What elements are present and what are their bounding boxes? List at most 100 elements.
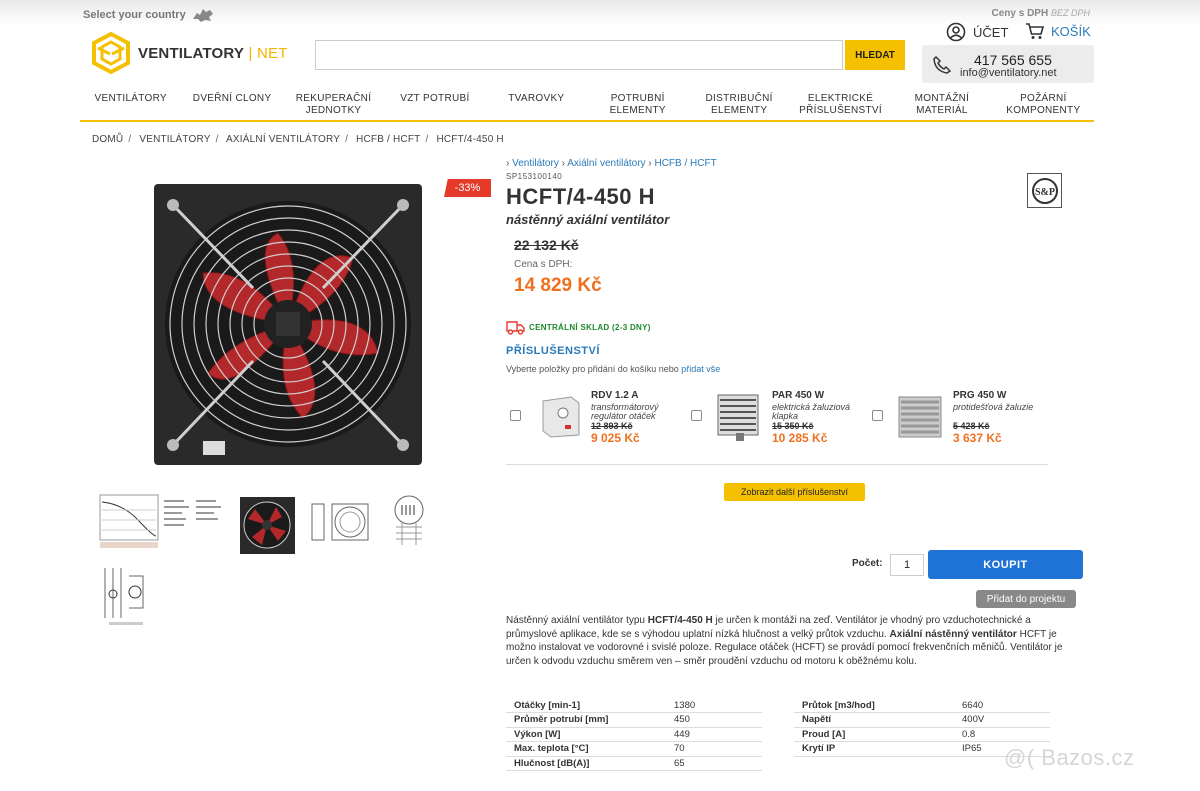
- spec-key: Průměr potrubí [mm]: [506, 712, 666, 728]
- old-price: 22 132 Kč: [514, 237, 579, 253]
- accessory-image-louvre[interactable]: [897, 391, 947, 441]
- accessories-title: PŘÍSLUŠENSTVÍ: [506, 345, 600, 357]
- crumb-axialni[interactable]: Axiální ventilátory: [567, 158, 645, 169]
- breadcrumb-ventilatory[interactable]: VENTILÁTORY: [139, 134, 210, 145]
- brand-logo[interactable]: S&P: [1027, 173, 1062, 208]
- nav-label-2: KOMPONENTY: [1006, 105, 1081, 116]
- nav-label: MONTÁŽNÍ: [914, 93, 970, 104]
- nav-item-ventilatory[interactable]: VENTILÁTORY: [80, 88, 181, 120]
- add-to-project-button[interactable]: Přidat do projektu: [976, 590, 1076, 608]
- logo-icon: [92, 32, 130, 74]
- nav-label: POŽÁRNÍ: [1020, 93, 1067, 104]
- breadcrumb-axialni[interactable]: AXIÁLNÍ VENTILÁTORY: [226, 134, 340, 145]
- logo-suffix: NET: [256, 44, 288, 62]
- cart-label: KOŠÍK: [1051, 23, 1091, 39]
- accessory-desc: elektrická žaluziová klapka: [772, 403, 867, 421]
- nav-item-elektricke-prislusenstvi[interactable]: ELEKTRICKÉ PŘÍSLUŠENSTVÍ: [790, 88, 891, 120]
- accessory-old-price: 15 350 Kč: [772, 421, 814, 431]
- contact-email[interactable]: info@ventilatory.net: [960, 67, 1057, 79]
- thumbnail-chart[interactable]: [98, 490, 228, 552]
- accessory-item: PRG 450 W protidešťová žaluzie 5 428 Kč …: [872, 388, 1042, 448]
- product-category-crumb: › Ventilátory › Axiální ventilátory › HC…: [506, 158, 717, 169]
- nav-item-distribucni-elementy[interactable]: DISTRIBUČNÍ ELEMENTY: [688, 88, 789, 120]
- nav-label-2: ELEMENTY: [710, 105, 768, 116]
- nav-item-rekuperacni-jednotky[interactable]: REKUPERAČNÍ JEDNOTKY: [283, 88, 384, 120]
- search-button[interactable]: HLEDAT: [845, 40, 905, 70]
- spec-key: Hlučnost [dB(A)]: [506, 756, 666, 771]
- spec-row: Otáčky [min-1] 1380: [506, 698, 762, 713]
- vat-alt-label[interactable]: BEZ DPH: [1051, 8, 1090, 18]
- spec-key: Krytí IP: [794, 741, 954, 757]
- spec-row: Průměr potrubí [mm] 450: [506, 712, 762, 728]
- nav-label: VZT POTRUBÍ: [400, 93, 470, 104]
- nav-item-potrubni-elementy[interactable]: POTRUBNÍ ELEMENTY: [587, 88, 688, 120]
- spec-row: Hlučnost [dB(A)] 65: [506, 756, 762, 771]
- accessory-image-shutter[interactable]: [716, 391, 766, 441]
- crumb-ventilatory[interactable]: Ventilátory: [512, 158, 559, 169]
- accessory-desc-line: regulátor otáček: [591, 411, 656, 421]
- accessory-image-regulator[interactable]: [535, 391, 585, 441]
- nav-item-pozarni-komponenty[interactable]: POŽÁRNÍ KOMPONENTY: [993, 88, 1094, 120]
- quantity-input[interactable]: 1: [890, 554, 924, 576]
- add-all-link[interactable]: přidat vše: [681, 364, 720, 374]
- vat-toggle[interactable]: Ceny s DPH BEZ DPH: [992, 8, 1090, 19]
- nav-item-tvarovky[interactable]: TVAROVKY: [486, 88, 587, 120]
- spec-key: Otáčky [min-1]: [506, 698, 666, 713]
- accessory-name[interactable]: PRG 450 W: [953, 390, 1006, 401]
- country-selector[interactable]: Select your country: [83, 7, 215, 23]
- accessory-checkbox[interactable]: [872, 410, 883, 421]
- accessory-name[interactable]: PAR 450 W: [772, 390, 824, 401]
- cart-link[interactable]: KOŠÍK: [1025, 22, 1091, 40]
- user-icon: [946, 22, 966, 42]
- spec-value: 6640: [954, 698, 1050, 713]
- spec-row: Výkon [W] 449: [506, 727, 762, 742]
- logo-name: VENTILATORY: [138, 44, 245, 62]
- nav-label: DVEŘNÍ CLONY: [192, 93, 272, 104]
- spec-row: Průtok [m3/hod] 6640: [794, 698, 1050, 713]
- crumb-hcfb[interactable]: HCFB / HCFT: [654, 158, 716, 169]
- spec-key: Napětí: [794, 712, 954, 728]
- accessories-note: Vyberte položky pro přidání do košíku ne…: [506, 364, 720, 374]
- phone-number[interactable]: 417 565 655: [974, 52, 1052, 68]
- accessory-old-price: 12 893 Kč: [591, 421, 633, 431]
- accessory-item: PAR 450 W elektrická žaluziová klapka 15 …: [691, 388, 861, 448]
- stock-label: CENTRÁLNÍ SKLAD (2-3 DNY): [529, 323, 651, 332]
- thumbnail-fan-photo[interactable]: [240, 497, 295, 554]
- spec-row: Proud [A] 0.8: [794, 727, 1050, 742]
- thumbnail-dimensions[interactable]: [308, 500, 370, 544]
- product-main-image[interactable]: [153, 183, 423, 466]
- divider: [506, 464, 1048, 465]
- breadcrumb-hcfb[interactable]: HCFB / HCFT: [356, 134, 420, 145]
- stock-status: CENTRÁLNÍ SKLAD (2-3 DNY): [506, 320, 651, 335]
- nav-label: POTRUBNÍ: [610, 93, 665, 104]
- accessory-price: 3 637 Kč: [953, 431, 1002, 445]
- sp-brand-icon: S&P: [1031, 177, 1058, 204]
- search-input[interactable]: [315, 40, 843, 70]
- accessory-desc-line: klapka: [772, 411, 799, 421]
- truck-icon: [506, 321, 525, 335]
- thumbnail-wiring[interactable]: [99, 564, 151, 628]
- accessory-checkbox[interactable]: [510, 410, 521, 421]
- spec-value: 65: [666, 756, 762, 771]
- spec-value: 0.8: [954, 727, 1050, 742]
- svg-text:S&P: S&P: [1035, 187, 1055, 198]
- spec-key: Průtok [m3/hod]: [794, 698, 954, 713]
- specs-table-left: Otáčky [min-1] 1380 Průměr potrubí [mm] 45…: [506, 698, 762, 771]
- accessory-checkbox[interactable]: [691, 410, 702, 421]
- price: 14 829 Kč: [514, 275, 602, 296]
- thumbnail-schema[interactable]: [392, 493, 426, 555]
- spec-value: 70: [666, 741, 762, 757]
- site-logo[interactable]: VENTILATORY | NET: [90, 32, 288, 74]
- show-more-accessories-button[interactable]: Zobrazit další příslušenství: [724, 483, 865, 501]
- buy-button[interactable]: KOUPIT: [928, 550, 1083, 579]
- spec-value: 450: [666, 712, 762, 728]
- spec-value: 400V: [954, 712, 1050, 728]
- accessory-price: 10 285 Kč: [772, 431, 828, 445]
- nav-item-dverni-clony[interactable]: DVEŘNÍ CLONY: [181, 88, 282, 120]
- accessory-name[interactable]: RDV 1.2 A: [591, 390, 638, 401]
- nav-item-montazni-material[interactable]: MONTÁŽNÍ MATERIÁL: [891, 88, 992, 120]
- breadcrumb-home[interactable]: DOMŮ: [92, 134, 123, 145]
- spec-key: Výkon [W]: [506, 727, 666, 742]
- account-link[interactable]: ÚČET: [946, 22, 1008, 42]
- nav-item-vzt-potrubi[interactable]: VZT POTRUBÍ: [384, 88, 485, 120]
